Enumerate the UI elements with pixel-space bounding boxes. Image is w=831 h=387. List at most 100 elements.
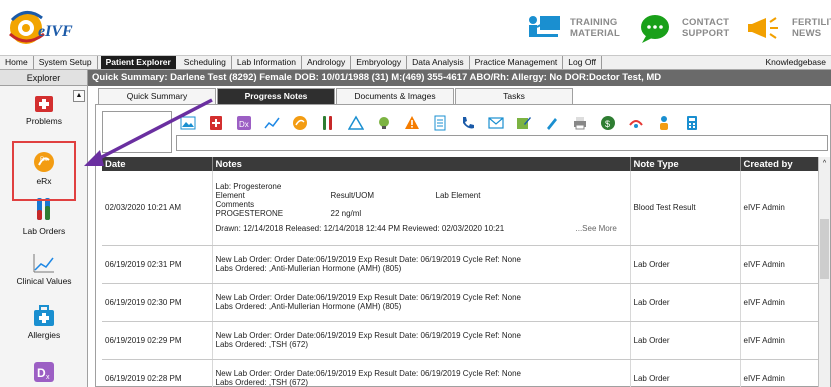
tab-tasks[interactable]: Tasks [455,88,573,104]
people-icon[interactable] [652,113,676,133]
sidebar-item-clinical-values[interactable]: Clinical Values [2,252,86,286]
menu-embryology[interactable]: Embryology [351,56,408,69]
calculator-icon[interactable] [680,113,704,133]
tab-documents-images[interactable]: Documents & Images [336,88,454,104]
chart-line-icon[interactable] [260,113,284,133]
drawn-info: Drawn: 12/14/2018 Released: 12/14/2018 1… [215,224,505,234]
notes-toolbar: Dx $ [176,113,708,133]
menu-knowledgebase[interactable]: Knowledgebase [761,56,831,69]
analyte-name: PROGESTERONE [215,209,284,219]
network-icon[interactable] [624,113,648,133]
table-row[interactable]: 06/19/2019 02:31 PM New Lab Order: Order… [102,245,819,284]
fertility-line1: FERTILIT [792,17,831,28]
chart-line-icon [33,254,54,273]
medkit-icon [34,305,54,326]
training-material-link[interactable]: TRAINING MATERIAL [524,8,620,48]
svg-text:x: x [46,374,50,381]
sidebar-item-dx[interactable]: D x [2,360,86,384]
tab-quick-summary[interactable]: Quick Summary [98,88,216,104]
contact-support-link[interactable]: CONTACT SUPPORT [636,8,729,48]
row-note-type: Lab Order [630,321,741,360]
sidebar-item-lab-orders[interactable]: Lab Orders [2,196,86,236]
note-analyte-line: PROGESTERONE 22 ng/ml [216,209,630,218]
training-line2: MATERIAL [570,28,620,39]
row-date: 06/19/2019 02:31 PM [102,245,213,284]
table-row[interactable]: 06/19/2019 02:30 PM New Lab Order: Order… [102,283,819,322]
menu-home[interactable]: Home [0,56,34,69]
menu-log-off[interactable]: Log Off [563,56,603,69]
sidebar-item-problems[interactable]: Problems [2,92,86,126]
training-icon [529,16,560,37]
sidebar-item-label: Problems [26,116,62,126]
megaphone-icon [748,17,778,39]
warning-icon[interactable] [400,113,424,133]
test-tubes-icon[interactable] [316,113,340,133]
tab-progress-notes[interactable]: Progress Notes [217,88,335,104]
menu-patient-explorer[interactable]: Patient Explorer [100,56,176,69]
eivf-logo[interactable]: eIVF [2,4,82,52]
column-header-created-by[interactable]: Created by [740,157,819,171]
fertility-news-link[interactable]: FERTILIT NEWS [746,8,831,48]
note-line-2: Labs Ordered: ,TSH (672) [215,340,308,349]
email-icon[interactable] [484,113,508,133]
table-row[interactable]: 02/03/2020 10:21 AM Lab: Progesterone El… [102,171,819,246]
scrollbar-thumb[interactable] [820,219,829,279]
triangle-icon[interactable] [344,113,368,133]
lightbulb-icon[interactable] [372,113,396,133]
row-created-by: eIVF Admin [740,321,819,360]
note-line-1: New Lab Order: Order Date:06/19/2019 Exp… [215,331,522,340]
result-label: Result/UOM [330,191,375,201]
sidebar-item-label: Lab Orders [22,226,66,236]
explorer-sidebar: Explorer ▲ Problems Rx eRx Lab Orders Cl… [0,70,88,387]
note-line-2: Labs Ordered: ,TSH (672) [215,378,308,387]
row-notes: New Lab Order: Order Date:06/19/2019 Exp… [212,283,631,322]
menu-andrology[interactable]: Andrology [302,56,352,69]
printer-icon[interactable] [568,113,592,133]
note-line-2: Labs Ordered: ,Anti-Mullerian Hormone (A… [215,302,402,311]
menu-lab-information[interactable]: Lab Information [232,56,302,69]
pen-icon[interactable] [540,113,564,133]
table-row[interactable]: 06/19/2019 02:29 PM New Lab Order: Order… [102,321,819,360]
table-header-row: Date Notes Note Type Created by [102,157,819,171]
medical-record-icon[interactable] [204,113,228,133]
erx-icon[interactable] [288,113,312,133]
scroll-up-arrow-icon[interactable]: ^ [819,158,830,169]
phone-icon[interactable] [456,113,480,133]
row-created-by: eIVF Admin [740,359,819,387]
menu-scheduling[interactable]: Scheduling [179,56,232,69]
see-more-link[interactable]: ...See More [576,224,617,233]
row-note-type: Lab Order [630,359,741,387]
date-filter-box[interactable] [102,111,172,153]
note-drawn-line: Drawn: 12/14/2018 Released: 12/14/2018 1… [216,224,630,233]
money-icon[interactable]: $ [596,113,620,133]
table-scrollbar[interactable]: ^ [818,157,830,387]
column-header-note-type[interactable]: Note Type [630,157,741,171]
note-line-1: New Lab Order: Order Date:06/19/2019 Exp… [215,293,522,302]
note-line-1: New Lab Order: Order Date:06/19/2019 Exp… [215,369,522,378]
edit-note-icon[interactable] [512,113,536,133]
row-note-type: Lab Order [630,283,741,322]
row-created-by: eIVF Admin [740,245,819,284]
sidebar-item-label: Allergies [27,330,61,340]
column-header-notes[interactable]: Notes [212,157,631,171]
dx-icon[interactable]: Dx [232,113,256,133]
notes-search-input[interactable] [176,135,828,151]
menu-practice-management[interactable]: Practice Management [470,56,564,69]
menu-data-analysis[interactable]: Data Analysis [407,56,470,69]
column-header-date[interactable]: Date [102,157,213,171]
svg-text:$: $ [605,119,610,129]
note-lab-title: Lab: Progesterone [215,182,282,192]
document-icon[interactable] [428,113,452,133]
contact-line2: SUPPORT [682,28,730,39]
image-icon[interactable] [176,113,200,133]
row-date: 06/19/2019 02:30 PM [102,283,213,322]
table-row[interactable]: 06/19/2019 02:28 PM New Lab Order: Order… [102,359,819,387]
row-notes: New Lab Order: Order Date:06/19/2019 Exp… [212,245,631,284]
analyte-value: 22 ng/ml [330,209,362,219]
sidebar-item-allergies[interactable]: Allergies [2,304,86,340]
red-cross-icon [35,96,53,112]
row-note-type: Lab Order [630,245,741,284]
note-line-2: Labs Ordered: ,Anti-Mullerian Hormone (A… [215,264,402,273]
menu-system-setup[interactable]: System Setup [34,56,98,69]
chat-bubble-icon [641,15,669,43]
